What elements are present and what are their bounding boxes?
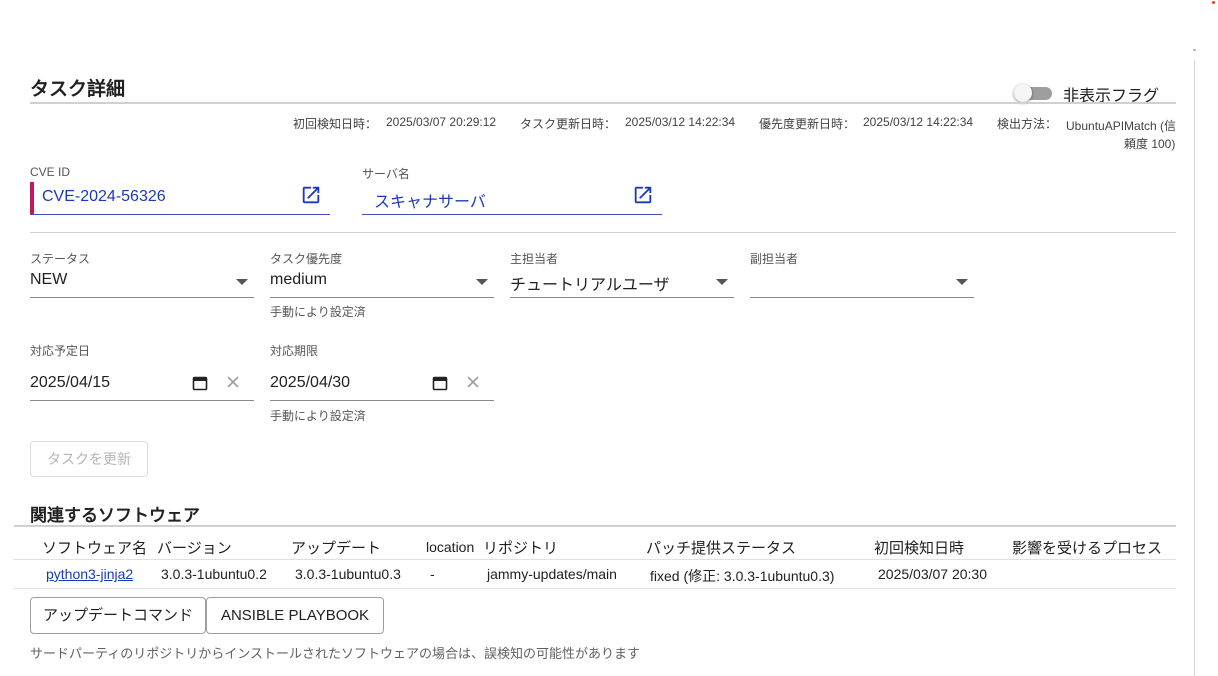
task-priority-helper: 手動により設定済	[270, 305, 366, 319]
task-updated-value: 2025/03/12 14:22:34	[625, 115, 736, 129]
page-title: タスク詳細	[30, 79, 126, 100]
section-divider	[30, 232, 1176, 233]
update-command-button[interactable]: アップデートコマンド	[30, 597, 206, 634]
cve-id-label: CVE ID	[30, 165, 71, 179]
software-name-link[interactable]: python3-jinja2	[46, 566, 133, 582]
detection-method-value: UbuntuAPIMatch (信	[1066, 119, 1177, 133]
priority-updated-value: 2025/03/12 14:22:34	[863, 115, 974, 129]
sub-assignee-label: 副担当者	[750, 252, 799, 266]
software-location: -	[430, 566, 435, 582]
detection-method-label: 検出方法：	[997, 117, 1058, 131]
column-header: 初回検知日時	[874, 540, 965, 557]
assignee-select[interactable]: チュートリアルユーザ	[510, 267, 734, 298]
scrollbar-track[interactable]	[1194, 60, 1195, 676]
software-update: 3.0.3-1ubuntu0.3	[295, 566, 401, 582]
planned-date-label: 対応予定日	[30, 344, 91, 358]
first-detected-value: 2025/03/07 20:29:12	[386, 115, 497, 129]
status-select[interactable]: NEW	[30, 267, 254, 298]
server-name-field: スキャナサーバ	[362, 182, 662, 215]
close-icon[interactable]	[464, 373, 482, 391]
software-first-detected: 2025/03/07 20:30	[878, 566, 987, 582]
arrow-drop-down-icon	[236, 279, 248, 285]
arrow-drop-down-icon	[956, 279, 968, 285]
false-positive-note: サードパーティのリポジトリからインストールされたソフトウェアの場合は、誤検知の可…	[30, 646, 640, 661]
assignee-value: チュートリアルユーザ	[510, 277, 670, 294]
corner-indicator-dot	[1212, 1, 1215, 4]
column-header: 影響を受けるプロセス	[1012, 540, 1163, 557]
cve-accent-bar	[30, 182, 34, 214]
column-header: location	[426, 539, 475, 555]
hidden-flag-toggle[interactable]	[1014, 84, 1054, 102]
calendar-icon[interactable]	[432, 375, 448, 391]
server-name-label: サーバ名	[362, 167, 410, 181]
related-software-title: 関連するソフトウェア	[30, 506, 200, 525]
status-value: NEW	[30, 271, 68, 288]
due-date-helper: 手動により設定済	[270, 409, 366, 423]
priority-updated-label: 優先度更新日時：	[759, 117, 856, 131]
column-header: ソフトウェア名	[42, 540, 148, 557]
planned-date-value: 2025/04/15	[30, 374, 111, 391]
status-label: ステータス	[30, 252, 91, 266]
due-date-input[interactable]: 2025/04/30	[270, 368, 494, 401]
assignee-label: 主担当者	[510, 252, 559, 266]
software-patch-status: fixed (修正: 3.0.3-1ubuntu0.3)	[650, 568, 835, 584]
due-date-value: 2025/04/30	[270, 374, 351, 391]
update-task-button[interactable]: タスクを更新	[30, 441, 148, 477]
calendar-icon[interactable]	[192, 375, 208, 391]
first-detected-label: 初回検知日時：	[293, 117, 378, 131]
cve-id-value: CVE-2024-56326	[42, 188, 166, 205]
sub-assignee-select[interactable]	[750, 267, 974, 298]
detection-method-value-cont: 頼度 100)	[1124, 137, 1176, 151]
open-in-new-icon[interactable]	[300, 184, 322, 206]
software-repository: jammy-updates/main	[487, 566, 617, 582]
planned-date-input[interactable]: 2025/04/15	[30, 368, 254, 401]
column-header: リポジトリ	[483, 540, 559, 557]
column-header: アップデート	[291, 540, 382, 557]
open-in-new-icon[interactable]	[632, 184, 654, 206]
server-name-value: スキャナサーバ	[374, 194, 486, 211]
section-divider	[14, 525, 1176, 527]
arrow-drop-down-icon	[716, 279, 728, 285]
arrow-drop-down-icon	[476, 279, 488, 285]
close-icon[interactable]	[224, 373, 242, 391]
software-version: 3.0.3-1ubuntu0.2	[161, 566, 267, 582]
column-header: バージョン	[157, 540, 232, 557]
task-priority-label: タスク優先度	[270, 252, 343, 266]
column-header: パッチ提供ステータス	[646, 540, 797, 557]
task-updated-label: タスク更新日時：	[520, 117, 617, 131]
table-row-divider	[14, 559, 1176, 560]
scrollbar-top-mark	[1193, 49, 1196, 51]
task-priority-select[interactable]: medium	[270, 267, 494, 298]
toggle-thumb	[1014, 84, 1032, 102]
ansible-playbook-button[interactable]: ANSIBLE PLAYBOOK	[206, 597, 384, 634]
task-priority-value: medium	[270, 271, 327, 288]
cve-id-field: CVE-2024-56326	[30, 182, 330, 215]
table-row-divider	[14, 588, 1176, 589]
title-divider	[30, 102, 1176, 104]
due-date-label: 対応期限	[270, 344, 319, 358]
